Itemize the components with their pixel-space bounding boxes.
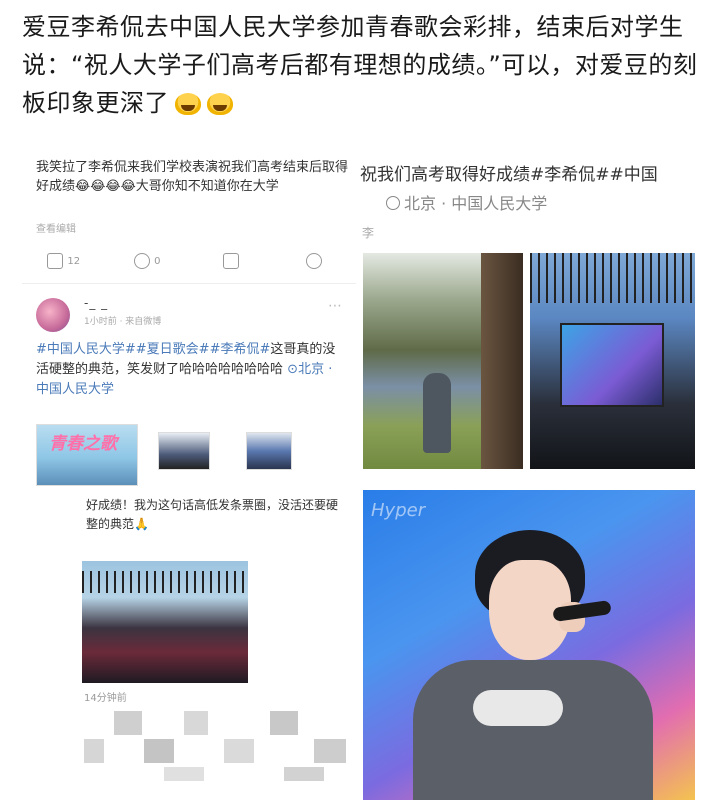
stage-truss — [530, 253, 695, 303]
post-card-1: 我笑拉了李希侃来我们学校表演祝我们高考结束后取得好成绩😂😂😂😂大哥你知不知道你在… — [22, 150, 356, 282]
post-1-text: 我笑拉了李希侃来我们学校表演祝我们高考结束后取得好成绩😂😂😂😂大哥你知不知道你在… — [36, 160, 349, 194]
led-screen — [560, 323, 664, 407]
shirt-print — [473, 690, 563, 726]
more-options-icon[interactable]: ⋯ — [328, 298, 342, 314]
poster-thumbnail[interactable]: 青春之歌 — [36, 424, 138, 486]
post-card-2: -_ _ 1小时前 · 来自微博 ⋯ #中国人民大学##夏日歌会##李希侃#这哥… — [22, 283, 356, 494]
singer-shirt — [413, 660, 653, 800]
like-count: 12 — [67, 255, 81, 267]
photo-watermark: Hyper — [371, 500, 426, 521]
headline-body: 爱豆李希侃去中国人民大学参加青春歌会彩排，结束后对学生说：“祝人大学子们高考后都… — [22, 13, 698, 117]
post-2-image-grid: 青春之歌 — [36, 424, 356, 486]
post-4-text: 祝我们高考取得好成绩#李希侃##中国 — [360, 165, 658, 185]
outdoor-performance-photo[interactable] — [363, 253, 523, 469]
post-3-text: 好成绩！我为这句话高低发条票圈，没活还要硬整的典范🙏 — [86, 498, 339, 531]
share-button[interactable] — [273, 253, 357, 269]
post-1-action-bar: 12 0 — [22, 246, 356, 276]
stage-photo[interactable] — [82, 561, 248, 683]
singer-closeup-photo[interactable]: Hyper — [363, 490, 695, 800]
blurred-content — [84, 711, 354, 781]
post-1-edited-label[interactable]: 查看编辑 — [36, 220, 76, 235]
username[interactable]: -_ _ — [84, 296, 108, 310]
laughing-emoji-icon — [207, 93, 233, 115]
post-meta: 1小时前 · 来自微博 — [84, 317, 162, 327]
poster-title: 青春之歌 — [49, 434, 117, 454]
post-2-text: #中国人民大学##夏日歌会##李希侃#这哥真的没活硬整的典范，笑发财了哈哈哈哈哈… — [36, 340, 348, 400]
image-thumbnail[interactable] — [158, 432, 210, 470]
blurred-foreground — [481, 253, 523, 469]
comment-button[interactable]: 0 — [106, 253, 190, 269]
avatar[interactable] — [36, 298, 70, 332]
location-pin-icon — [386, 196, 400, 210]
comment-count: 0 — [154, 255, 161, 267]
laughing-emoji-icon — [175, 93, 201, 115]
performer-figure — [423, 373, 451, 453]
post-card-4: 祝我们高考取得好成绩#李希侃##中国 北京 · 中国人民大学 李 — [358, 150, 719, 250]
like-button[interactable]: 12 — [22, 253, 106, 269]
hashtags[interactable]: #中国人民大学##夏日歌会##李希侃# — [36, 342, 270, 357]
stage-screen-photo[interactable] — [530, 253, 695, 469]
repost-button[interactable] — [189, 253, 273, 269]
headline-text: 爱豆李希侃去中国人民大学参加青春歌会彩排，结束后对学生说：“祝人大学子们高考后都… — [22, 8, 702, 122]
post-4-side-text: 李 — [362, 226, 375, 240]
share-icon — [306, 253, 323, 269]
repost-icon — [222, 253, 239, 269]
post-4-location[interactable]: 北京 · 中国人民大学 — [386, 190, 547, 214]
image-thumbnail[interactable] — [246, 432, 292, 470]
post-3-time: 14分钟前 — [84, 693, 127, 704]
post-4-location-label: 北京 · 中国人民大学 — [404, 194, 548, 213]
post-card-3: 好成绩！我为这句话高低发条票圈，没活还要硬整的典范🙏 14分钟前 — [82, 493, 354, 800]
stage-truss — [82, 571, 248, 593]
comment-icon — [134, 253, 151, 269]
thumbs-up-icon — [47, 253, 64, 269]
